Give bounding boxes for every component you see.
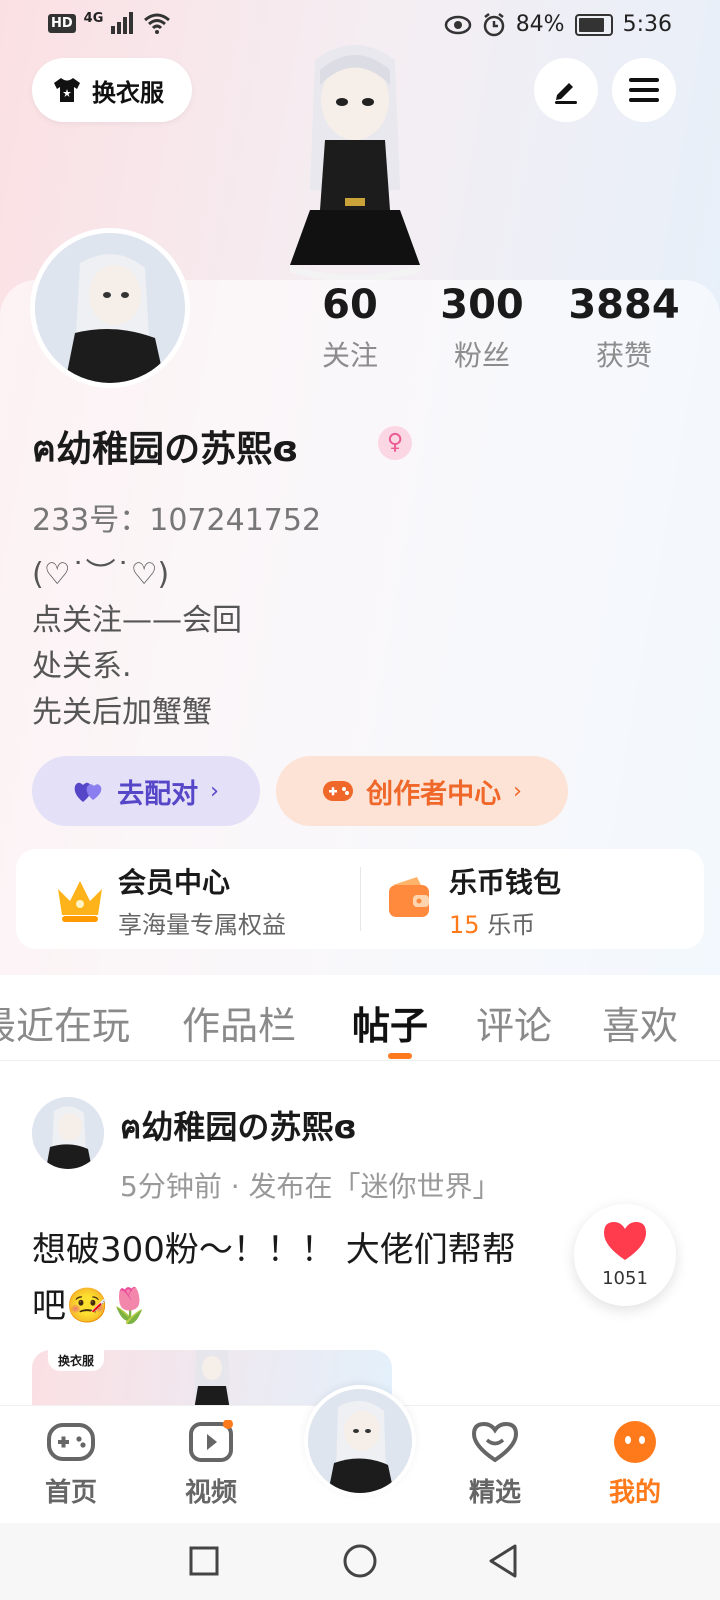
nav-featured[interactable]: 精选 <box>440 1420 550 1509</box>
avatar-character-figure[interactable] <box>270 40 440 290</box>
eye-icon <box>444 15 471 34</box>
stat-followers[interactable]: 300 粉丝 <box>432 282 532 374</box>
profile-nickname: ฅ幼稚园の苏熙ɞ <box>32 429 299 470</box>
heart-chat-icon <box>471 1421 519 1463</box>
match-button[interactable]: 去配对 › <box>32 756 260 826</box>
wallet-entry[interactable]: 乐币钱包 15 乐币 <box>361 849 704 949</box>
followers-label: 粉丝 <box>453 339 510 372</box>
creator-center-label: 创作者中心 <box>366 778 502 810</box>
nav-me[interactable]: 我的 <box>580 1420 690 1509</box>
following-count: 60 <box>322 282 378 328</box>
stat-following[interactable]: 60 关注 <box>300 282 400 374</box>
wallet-unit: 乐币 <box>487 911 536 939</box>
battery-percent: 84% <box>515 12 565 37</box>
menu-icon <box>629 78 659 102</box>
clock: 5:36 <box>622 12 672 37</box>
battery-icon <box>574 13 613 36</box>
post-meta: 5分钟前 · 发布在「迷你世界」 <box>120 1170 501 1203</box>
avatar-image <box>308 1389 412 1493</box>
avatar-image <box>32 1097 104 1169</box>
pen-icon <box>555 83 577 104</box>
profile-tabs: 最近在玩 作品栏 帖子 评论 喜欢 <box>0 975 720 1061</box>
nav-home-label: 首页 <box>44 1478 97 1508</box>
gamepad-icon <box>323 781 354 801</box>
change-outfit-label: 换衣服 <box>92 78 164 107</box>
tab-comments[interactable]: 评论 <box>476 995 552 1050</box>
membership-wallet-card: 会员中心 享海量专属权益 乐币钱包 15 乐币 <box>16 849 704 949</box>
network-type: 4G <box>83 10 104 26</box>
followers-count: 300 <box>440 282 524 328</box>
wallet-icon <box>389 877 429 917</box>
tab-recently-played[interactable]: 最近在玩 <box>0 995 130 1050</box>
active-tab-indicator <box>388 1053 412 1059</box>
thumb-outfit-label: 换衣服 <box>48 1350 105 1371</box>
crown-icon <box>58 881 102 922</box>
hearts-icon <box>74 782 102 802</box>
like-button[interactable]: 1051 <box>574 1204 676 1306</box>
nav-video[interactable]: 视频 <box>156 1419 266 1509</box>
alarm-icon <box>483 12 504 36</box>
post-author-name[interactable]: ฅ幼稚园の苏熙ɞ <box>120 1102 357 1153</box>
likes-count: 3884 <box>568 282 680 328</box>
vip-center-entry[interactable]: 会员中心 享海量专属权益 <box>16 849 360 949</box>
divider <box>0 1060 720 1061</box>
user-id[interactable]: 233号：107241752 <box>32 495 321 539</box>
chevron-right-icon: › <box>513 778 522 804</box>
thumb-character <box>194 1350 230 1410</box>
creator-center-button[interactable]: 创作者中心 › <box>276 756 568 826</box>
stat-likes[interactable]: 3884 获赞 <box>564 282 684 374</box>
nav-video-label: 视频 <box>184 1478 237 1508</box>
home-icon[interactable] <box>342 1543 378 1579</box>
recent-apps-icon[interactable] <box>188 1545 220 1577</box>
edit-profile-button[interactable] <box>534 58 598 122</box>
menu-button[interactable] <box>612 58 676 122</box>
vip-title: 会员中心 <box>118 866 231 899</box>
profile-bio: (♡˙︶˙♡) 点关注——会回 处关系. 先关后加蟹蟹 <box>32 557 242 730</box>
heart-icon <box>604 1222 646 1260</box>
avatar-image <box>35 233 185 383</box>
wallet-title: 乐币钱包 <box>449 866 562 899</box>
following-label: 关注 <box>321 339 378 372</box>
nav-avatar-button[interactable] <box>304 1385 416 1497</box>
vip-subtitle: 享海量专属权益 <box>118 911 286 939</box>
avatar[interactable] <box>30 228 190 388</box>
hd-badge: HD <box>48 13 76 33</box>
wallet-amount: 15 <box>449 911 480 939</box>
wifi-icon <box>144 13 171 34</box>
signal-icon <box>111 12 134 34</box>
tab-posts[interactable]: 帖子 <box>352 995 428 1050</box>
nav-featured-label: 精选 <box>468 1478 521 1508</box>
nav-me-label: 我的 <box>608 1478 661 1508</box>
back-icon[interactable] <box>486 1543 520 1579</box>
female-gender-icon: ♀ <box>378 426 412 460</box>
nav-home[interactable]: 首页 <box>16 1420 126 1509</box>
tab-likes[interactable]: 喜欢 <box>602 995 678 1050</box>
wallet-balance: 15 乐币 <box>449 905 535 940</box>
chevron-right-icon: › <box>210 778 219 804</box>
change-outfit-button[interactable]: 换衣服 <box>32 58 192 122</box>
gamepad-icon <box>47 1423 95 1461</box>
like-count: 1051 <box>602 1268 648 1289</box>
tshirt-icon <box>54 78 80 102</box>
system-navigation-bar <box>0 1523 720 1600</box>
likes-label: 获赞 <box>595 339 652 372</box>
video-icon <box>189 1419 233 1462</box>
match-label: 去配对 <box>117 778 199 810</box>
profile-face-icon <box>614 1421 656 1463</box>
post-author-avatar[interactable] <box>32 1097 104 1169</box>
tab-works[interactable]: 作品栏 <box>182 995 296 1050</box>
